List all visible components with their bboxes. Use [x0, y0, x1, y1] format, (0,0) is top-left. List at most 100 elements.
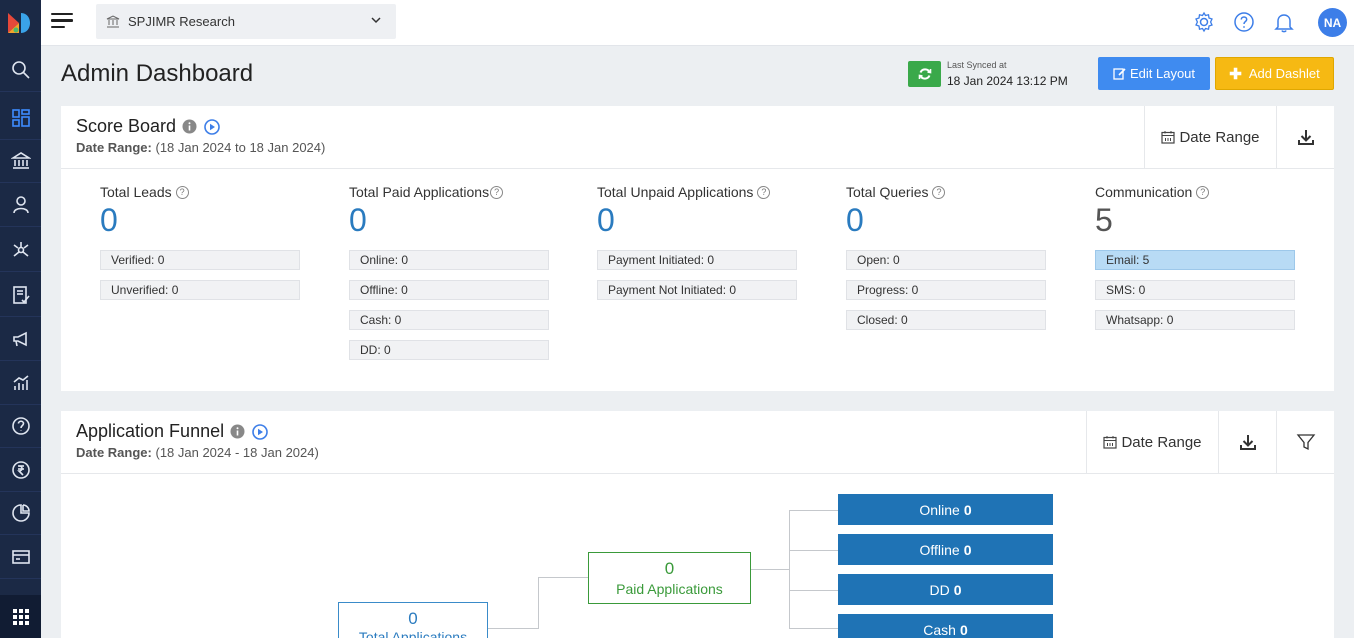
- paid-applications-node[interactable]: 0 Paid Applications: [588, 552, 751, 604]
- score-board-download-button[interactable]: [1276, 106, 1334, 168]
- application-funnel-date-range: Date Range: (18 Jan 2024 - 18 Jan 2024): [76, 445, 319, 460]
- metric-value: 0: [846, 202, 864, 238]
- add-dashlet-label: Add Dashlet: [1248, 66, 1320, 81]
- app-logo[interactable]: [0, 0, 41, 46]
- funnel-leaf-offline[interactable]: Offline 0: [838, 534, 1053, 565]
- pie-chart-icon[interactable]: [0, 492, 41, 535]
- question-icon[interactable]: ?: [1196, 185, 1210, 199]
- apps-grid-icon[interactable]: [0, 595, 41, 638]
- edit-layout-button[interactable]: Edit Layout: [1098, 57, 1210, 90]
- metric-communication: Communication? 5 Email: 5 SMS: 0 Whatsap…: [1095, 184, 1295, 330]
- institution-icon: [106, 15, 120, 28]
- date-range-button-label: Date Range: [1179, 128, 1260, 146]
- metric-label: Total Paid Applications: [349, 184, 490, 200]
- metric-breakdown-item: Cash: 0: [349, 310, 549, 330]
- date-range-value: (18 Jan 2024 - 18 Jan 2024): [155, 445, 319, 460]
- question-icon[interactable]: ?: [932, 185, 946, 199]
- funnel-download-button[interactable]: [1218, 411, 1276, 473]
- last-synced-time: 18 Jan 2024 13:12 PM: [947, 74, 1068, 88]
- metric-breakdown-item: SMS: 0: [1095, 280, 1295, 300]
- leaf-label: Cash: [923, 621, 956, 638]
- funnel-leaf-dd[interactable]: DD 0: [838, 574, 1053, 605]
- network-icon[interactable]: [0, 229, 41, 272]
- metric-breakdown-item: DD: 0: [349, 340, 549, 360]
- metric-breakdown-item: Payment Initiated: 0: [597, 250, 797, 270]
- score-board-header: Score Board Date Range: (18 Jan 2024 to …: [61, 106, 1334, 169]
- metric-label: Total Queries: [846, 184, 929, 200]
- date-range-caption: Date Range:: [76, 445, 152, 460]
- metric-breakdown-item: Whatsapp: 0: [1095, 310, 1295, 330]
- forms-icon[interactable]: [0, 274, 41, 317]
- user-avatar[interactable]: NA: [1318, 8, 1347, 37]
- play-video-icon[interactable]: [204, 118, 220, 135]
- dashboard-icon[interactable]: [0, 97, 41, 140]
- payment-card-icon[interactable]: [0, 536, 41, 579]
- funnel-filter-button[interactable]: [1276, 411, 1334, 473]
- funnel-leaf-cash[interactable]: Cash 0: [838, 614, 1053, 638]
- metric-breakdown-item: Email: 5: [1095, 250, 1295, 270]
- help-icon[interactable]: [1233, 11, 1255, 33]
- calendar-icon: [1103, 436, 1118, 449]
- top-bar: SPJIMR Research NA: [41, 0, 1354, 46]
- connector-line: [488, 628, 539, 629]
- metric-label: Total Leads: [100, 184, 172, 200]
- search-icon[interactable]: [0, 49, 41, 92]
- metric-value: 0: [100, 202, 118, 238]
- metric-value: 5: [1095, 202, 1113, 238]
- funnel-date-range-button[interactable]: Date Range: [1086, 411, 1218, 473]
- leaf-value: 0: [963, 541, 972, 558]
- leaf-value: 0: [953, 581, 962, 598]
- score-board-card: Score Board Date Range: (18 Jan 2024 to …: [61, 106, 1334, 391]
- question-icon[interactable]: ?: [490, 185, 504, 199]
- chevron-down-icon: [371, 17, 381, 24]
- play-video-icon[interactable]: [252, 423, 268, 440]
- settings-gear-icon[interactable]: [1193, 11, 1215, 33]
- notification-bell-icon[interactable]: [1273, 11, 1295, 33]
- metric-total-leads: Total Leads? 0 Verified: 0 Unverified: 0: [100, 184, 300, 300]
- institute-select-value: SPJIMR Research: [128, 14, 235, 29]
- leaf-label: Offline: [919, 541, 960, 558]
- connector-line: [789, 550, 838, 551]
- metric-breakdown-item: Unverified: 0: [100, 280, 300, 300]
- metric-value: 0: [597, 202, 615, 238]
- reports-icon[interactable]: [0, 362, 41, 405]
- filter-icon: [1296, 434, 1315, 451]
- info-icon[interactable]: [230, 424, 245, 439]
- megaphone-icon[interactable]: [0, 318, 41, 361]
- help-icon[interactable]: [0, 405, 41, 448]
- leaf-label: DD: [929, 581, 950, 598]
- metric-value: 0: [349, 202, 367, 238]
- menu-toggle-icon[interactable]: [51, 13, 73, 31]
- connector-line: [789, 628, 838, 629]
- connector-line: [789, 510, 790, 629]
- score-board-date-range-button[interactable]: Date Range: [1144, 106, 1276, 168]
- application-funnel-title-row: Application Funnel: [76, 421, 268, 442]
- add-dashlet-button[interactable]: ✚ Add Dashlet: [1215, 57, 1334, 90]
- funnel-diagram: 0 Total Applications 0 Paid Applications…: [61, 474, 1334, 638]
- metric-breakdown-item: Online: 0: [349, 250, 549, 270]
- metric-breakdown-item: Verified: 0: [100, 250, 300, 270]
- metric-breakdown-item: Open: 0: [846, 250, 1046, 270]
- sync-button[interactable]: [908, 61, 941, 87]
- user-icon[interactable]: [0, 184, 41, 227]
- score-board-title-row: Score Board: [76, 116, 220, 137]
- node-label: Paid Applications: [616, 581, 723, 597]
- connector-line: [750, 569, 790, 570]
- total-applications-node[interactable]: 0 Total Applications: [338, 602, 488, 638]
- institute-select[interactable]: SPJIMR Research: [96, 4, 396, 39]
- node-value: 0: [664, 559, 675, 578]
- info-icon[interactable]: [182, 119, 197, 134]
- funnel-leaf-online[interactable]: Online 0: [838, 494, 1053, 525]
- institution-icon[interactable]: [0, 140, 41, 183]
- application-funnel-card: Application Funnel Date Range: (18 Jan 2…: [61, 411, 1334, 638]
- edit-layout-label: Edit Layout: [1129, 66, 1196, 81]
- question-icon[interactable]: ?: [175, 185, 189, 199]
- leaf-value: 0: [959, 621, 968, 638]
- connector-line: [789, 590, 838, 591]
- question-icon[interactable]: ?: [757, 185, 771, 199]
- refresh-icon: [918, 68, 931, 80]
- calendar-icon: [1161, 131, 1176, 144]
- rupee-icon[interactable]: [0, 449, 41, 492]
- application-funnel-header: Application Funnel Date Range: (18 Jan 2…: [61, 411, 1334, 474]
- download-icon: [1297, 130, 1314, 145]
